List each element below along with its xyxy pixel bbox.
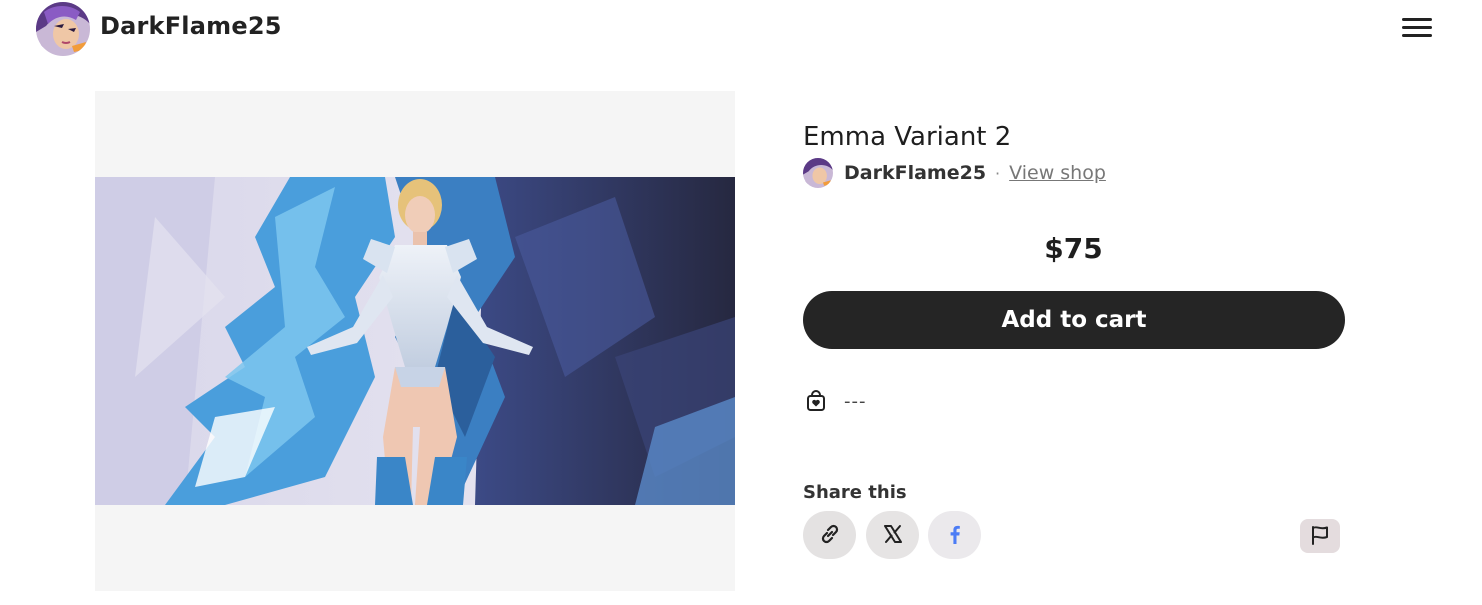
site-name[interactable]: DarkFlame25: [100, 12, 282, 40]
seller-avatar[interactable]: [803, 158, 833, 188]
product-price: $75: [1044, 232, 1103, 265]
shopping-bag-heart-icon: [803, 388, 829, 414]
seller-row: DarkFlame25 · View shop: [803, 158, 1106, 188]
shop-avatar[interactable]: [36, 2, 90, 56]
facebook-icon: [944, 523, 966, 548]
link-icon: [817, 521, 843, 550]
x-logo-icon: [882, 523, 904, 548]
header: DarkFlame25: [0, 0, 1482, 60]
product-title: Emma Variant 2: [803, 122, 1012, 152]
product-image-panel: [95, 91, 735, 591]
separator-dot: ·: [995, 163, 1001, 183]
copy-link-button[interactable]: [803, 511, 856, 559]
share-facebook-button[interactable]: [928, 511, 981, 559]
share-x-button[interactable]: [866, 511, 919, 559]
hamburger-menu-icon[interactable]: [1400, 16, 1434, 40]
add-to-cart-button[interactable]: Add to cart: [803, 291, 1345, 349]
report-button[interactable]: [1300, 519, 1340, 553]
view-shop-link[interactable]: View shop: [1009, 162, 1106, 184]
product-info-row: ---: [803, 388, 867, 414]
seller-name[interactable]: DarkFlame25: [844, 162, 986, 184]
flag-icon: [1309, 524, 1331, 549]
share-label: Share this: [803, 482, 907, 503]
product-image[interactable]: [95, 177, 735, 505]
product-info-value: ---: [844, 390, 867, 412]
